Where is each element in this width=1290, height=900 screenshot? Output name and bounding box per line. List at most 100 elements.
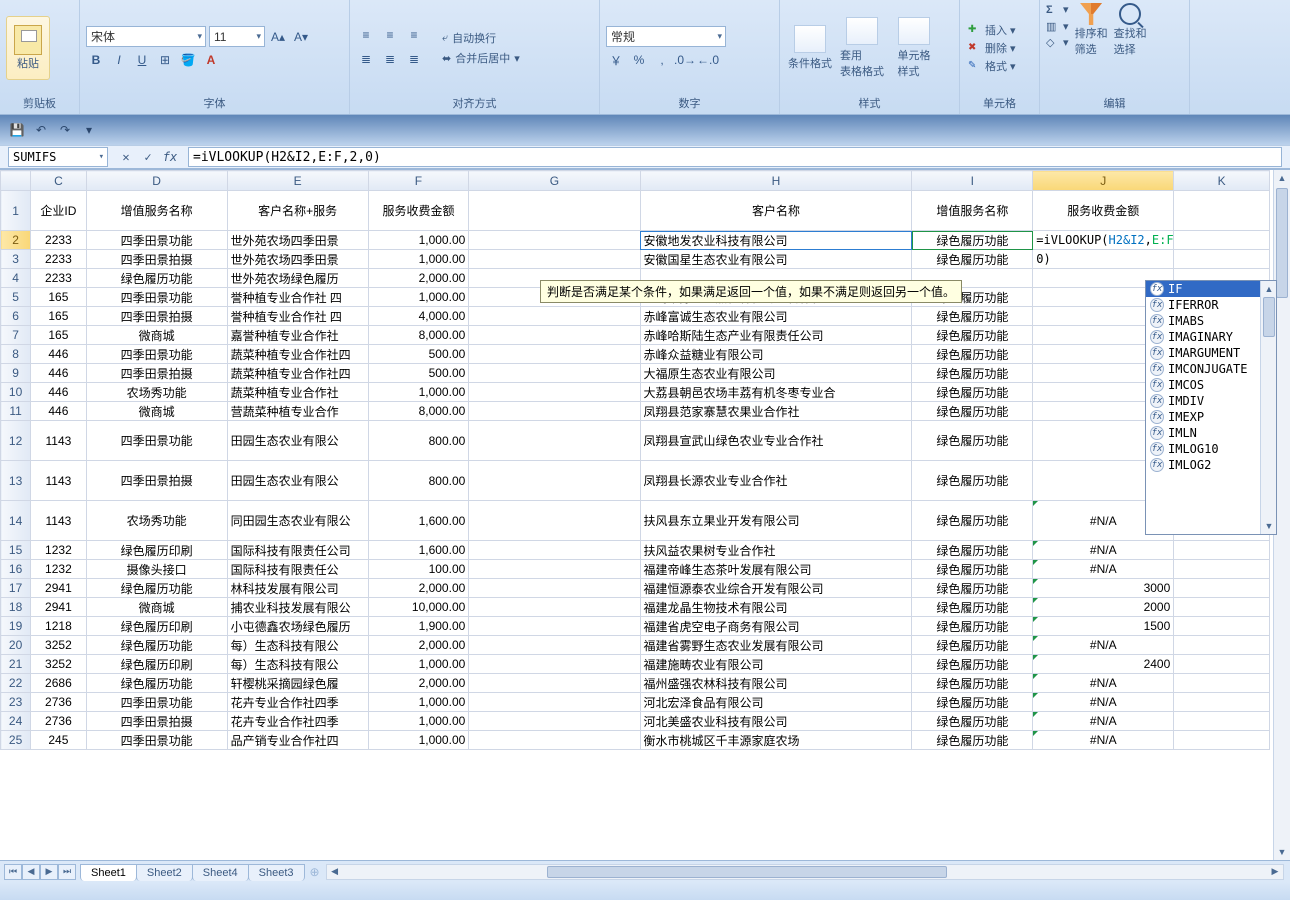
cell-F21[interactable]: 1,000.00	[368, 655, 469, 674]
cell-H14[interactable]: 扶风县东立果业开发有限公司	[640, 501, 912, 541]
cell-G11[interactable]	[469, 402, 640, 421]
align-middle-button[interactable]: ≡	[380, 25, 400, 45]
border-button[interactable]: ⊞	[155, 50, 175, 70]
cell-G20[interactable]	[469, 636, 640, 655]
cancel-formula-button[interactable]: ✕	[118, 150, 134, 164]
cell-F7[interactable]: 8,000.00	[368, 326, 469, 345]
cell-C24[interactable]: 2736	[31, 712, 86, 731]
cell-F16[interactable]: 100.00	[368, 560, 469, 579]
cell-D2[interactable]: 四季田景功能	[86, 231, 227, 250]
tab-nav-next[interactable]: ▶	[40, 864, 58, 880]
sheet-tab-Sheet1[interactable]: Sheet1	[80, 864, 137, 881]
cell-C12[interactable]: 1143	[31, 421, 86, 461]
cell-D21[interactable]: 绿色履历印刷	[86, 655, 227, 674]
cell-G3[interactable]	[469, 250, 640, 269]
ac-item-IMCONJUGATE[interactable]: fxIMCONJUGATE	[1146, 361, 1276, 377]
cell-K15[interactable]	[1174, 541, 1270, 560]
row-header-2[interactable]: 2	[1, 231, 31, 250]
name-box[interactable]: SUMIFS	[8, 147, 108, 167]
qat-save-button[interactable]: 💾	[8, 121, 26, 139]
sheet-tab-Sheet2[interactable]: Sheet2	[136, 864, 193, 881]
row-header-7[interactable]: 7	[1, 326, 31, 345]
cell-H25[interactable]: 衡水市桃城区千丰源家庭农场	[640, 731, 912, 750]
cell-G25[interactable]	[469, 731, 640, 750]
cell-G16[interactable]	[469, 560, 640, 579]
row-header-5[interactable]: 5	[1, 288, 31, 307]
cell-H12[interactable]: 凤翔县宣武山绿色农业专业合作社	[640, 421, 912, 461]
cell-H2[interactable]: 安徽地发农业科技有限公司	[640, 231, 912, 250]
cell-G15[interactable]	[469, 541, 640, 560]
scroll-thumb[interactable]	[1263, 297, 1275, 337]
cell-I20[interactable]: 绿色履历功能	[912, 636, 1033, 655]
cell-K25[interactable]	[1174, 731, 1270, 750]
cell-E12[interactable]: 田园生态农业有限公	[227, 421, 368, 461]
col-header-E[interactable]: E	[227, 171, 368, 191]
cell-H15[interactable]: 扶风益农果树专业合作社	[640, 541, 912, 560]
cell-D3[interactable]: 四季田景拍摄	[86, 250, 227, 269]
col-header-K[interactable]: K	[1174, 171, 1270, 191]
cell-D22[interactable]: 绿色履历功能	[86, 674, 227, 693]
cell-E9[interactable]: 蔬菜种植专业合作社四	[227, 364, 368, 383]
cell-K19[interactable]	[1174, 617, 1270, 636]
cell-H24[interactable]: 河北美盛农业科技有限公司	[640, 712, 912, 731]
cell-D15[interactable]: 绿色履历印刷	[86, 541, 227, 560]
table-format-button[interactable]: 套用 表格格式	[838, 17, 886, 79]
cell-G17[interactable]	[469, 579, 640, 598]
cell-E3[interactable]: 世外苑农场四季田景	[227, 250, 368, 269]
cell-E19[interactable]: 小屯德鑫农场绿色履历	[227, 617, 368, 636]
cell-E16[interactable]: 国际科技有限责任公	[227, 560, 368, 579]
cell-J18[interactable]: 2000	[1033, 598, 1174, 617]
font-color-button[interactable]: A	[201, 50, 221, 70]
cell-H9[interactable]: 大福原生态农业有限公司	[640, 364, 912, 383]
qat-customize-button[interactable]: ▾	[80, 121, 98, 139]
cell-C13[interactable]: 1143	[31, 461, 86, 501]
cell-C2[interactable]: 2233	[31, 231, 86, 250]
cell-H6[interactable]: 赤峰富诚生态农业有限公司	[640, 307, 912, 326]
ac-item-IMABS[interactable]: fxIMABS	[1146, 313, 1276, 329]
cell-D25[interactable]: 四季田景功能	[86, 731, 227, 750]
wrap-text-button[interactable]: ⤶自动换行	[438, 29, 524, 47]
cell-H23[interactable]: 河北宏泽食品有限公司	[640, 693, 912, 712]
cell-I16[interactable]: 绿色履历功能	[912, 560, 1033, 579]
cell-D24[interactable]: 四季田景拍摄	[86, 712, 227, 731]
find-select-button[interactable]: 查找和 选择	[1114, 3, 1147, 57]
align-left-button[interactable]: ≣	[356, 49, 376, 69]
cell-E22[interactable]: 轩樱桃采摘园绿色履	[227, 674, 368, 693]
cell-E24[interactable]: 花卉专业合作社四季	[227, 712, 368, 731]
autocomplete-scrollbar[interactable]: ▲ ▼	[1260, 281, 1276, 534]
cell-style-button[interactable]: 单元格 样式	[890, 17, 938, 79]
cell-G19[interactable]	[469, 617, 640, 636]
formula-input[interactable]	[188, 147, 1282, 167]
cell-G24[interactable]	[469, 712, 640, 731]
worksheet-grid[interactable]: CDEFGHIJK 1企业ID增值服务名称客户名称+服务服务收费金额客户名称增值…	[0, 169, 1290, 860]
row-header-6[interactable]: 6	[1, 307, 31, 326]
cell-I10[interactable]: 绿色履历功能	[912, 383, 1033, 402]
cell-H13[interactable]: 凤翔县长源农业专业合作社	[640, 461, 912, 501]
cell-C8[interactable]: 446	[31, 345, 86, 364]
cell-I2[interactable]: 绿色履历功能	[912, 231, 1033, 250]
cell-I18[interactable]: 绿色履历功能	[912, 598, 1033, 617]
ac-item-IMEXP[interactable]: fxIMEXP	[1146, 409, 1276, 425]
cell-F15[interactable]: 1,600.00	[368, 541, 469, 560]
tab-nav-last[interactable]: ⏭	[58, 864, 76, 880]
tab-nav-prev[interactable]: ◀	[22, 864, 40, 880]
cell-J3[interactable]: 0)	[1033, 250, 1174, 269]
cell-I9[interactable]: 绿色履历功能	[912, 364, 1033, 383]
cell-H20[interactable]: 福建省雾野生态农业发展有限公司	[640, 636, 912, 655]
cell-D8[interactable]: 四季田景功能	[86, 345, 227, 364]
row-header-22[interactable]: 22	[1, 674, 31, 693]
cell-C23[interactable]: 2736	[31, 693, 86, 712]
increase-font-button[interactable]: A▴	[268, 27, 288, 47]
cell-K20[interactable]	[1174, 636, 1270, 655]
horizontal-scrollbar[interactable]: ◀ ▶	[326, 864, 1284, 880]
cell-K17[interactable]	[1174, 579, 1270, 598]
cell-G14[interactable]	[469, 501, 640, 541]
cell-D11[interactable]: 微商城	[86, 402, 227, 421]
cell-E10[interactable]: 蔬菜种植专业合作社	[227, 383, 368, 402]
cell-F14[interactable]: 1,600.00	[368, 501, 469, 541]
cell-E13[interactable]: 田园生态农业有限公	[227, 461, 368, 501]
cell-K23[interactable]	[1174, 693, 1270, 712]
vscroll-thumb[interactable]	[1276, 188, 1288, 298]
ac-item-IMCOS[interactable]: fxIMCOS	[1146, 377, 1276, 393]
cell-C5[interactable]: 165	[31, 288, 86, 307]
